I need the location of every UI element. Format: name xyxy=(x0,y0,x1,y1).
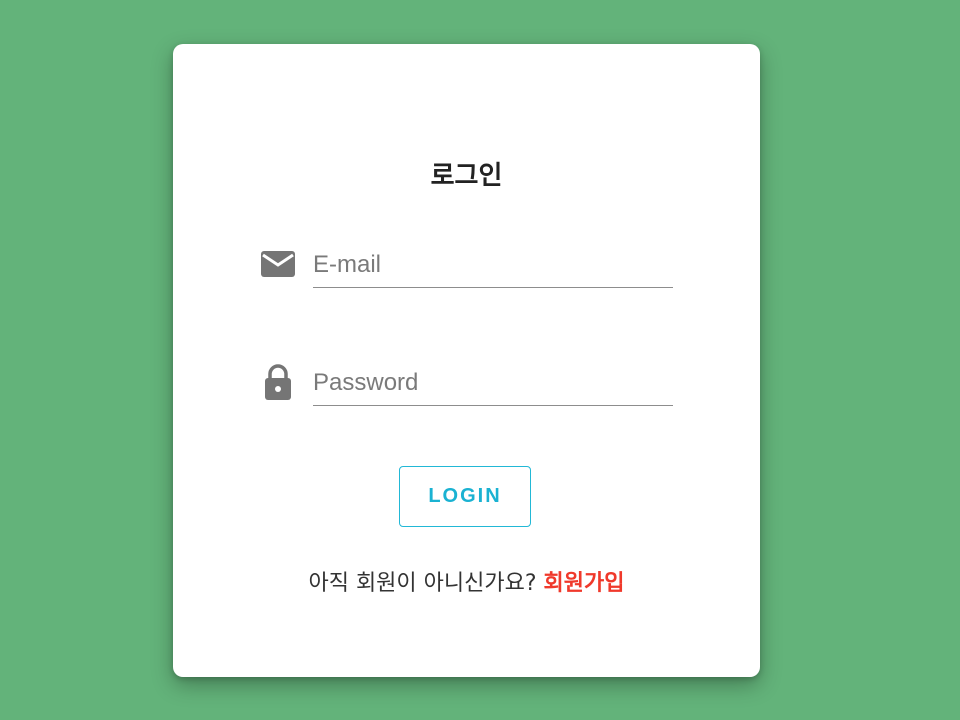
page-title: 로그인 xyxy=(430,161,503,191)
login-button[interactable]: LOGIN xyxy=(399,466,531,527)
signup-row: 아직 회원이 아니신가요? 회원가입 xyxy=(173,568,760,600)
mail-icon xyxy=(261,251,295,277)
email-row xyxy=(259,242,673,290)
password-input[interactable] xyxy=(313,360,673,406)
email-input[interactable] xyxy=(313,242,673,288)
password-row xyxy=(259,360,673,408)
signup-prompt: 아직 회원이 아니신가요? xyxy=(308,571,537,596)
signup-link[interactable]: 회원가입 xyxy=(544,571,625,596)
lock-icon xyxy=(265,364,291,400)
login-card: 로그인 LOGIN 아직 회원이 아니신가요? 회원가입 xyxy=(173,44,760,677)
